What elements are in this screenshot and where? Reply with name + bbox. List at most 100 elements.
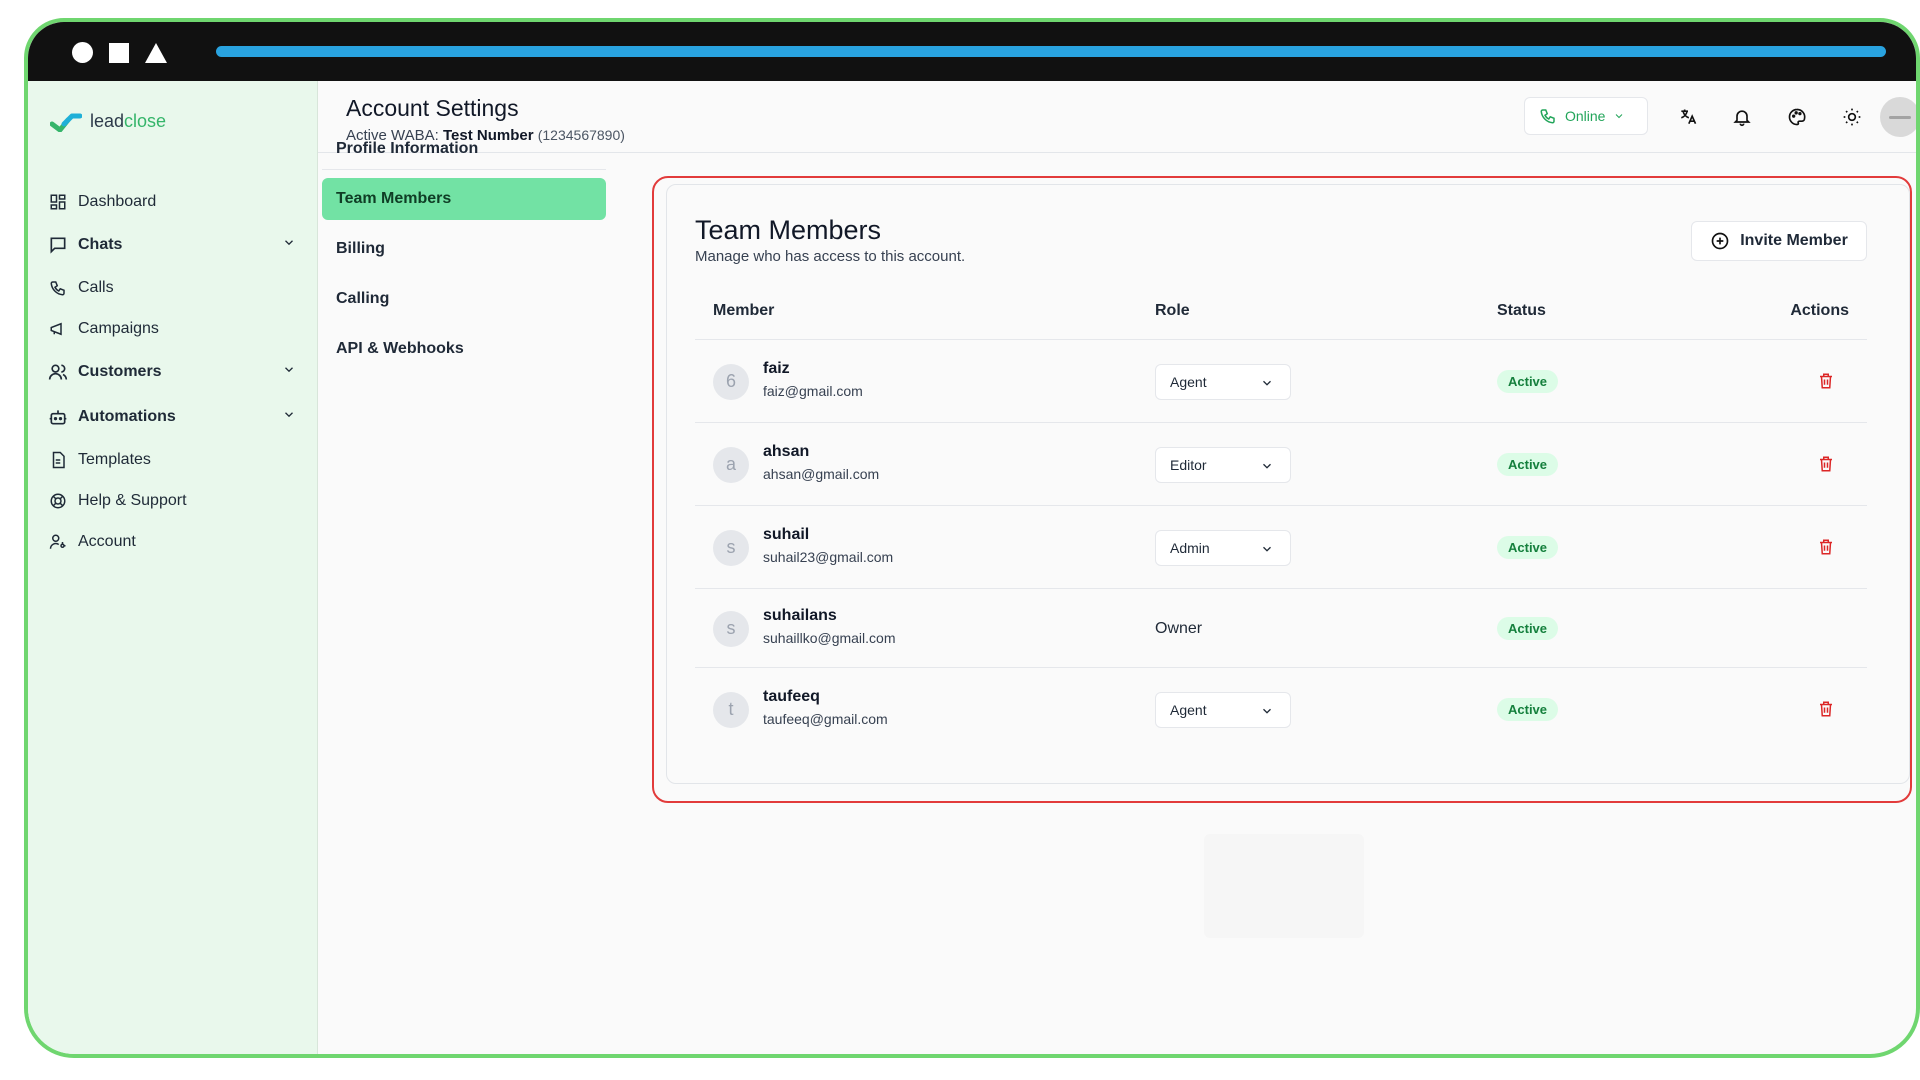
settings-tab-team-members[interactable]: Team Members <box>322 178 606 220</box>
chevron-down-icon <box>1260 376 1274 393</box>
role-select[interactable]: Agent <box>1155 363 1291 400</box>
chat-icon <box>48 235 68 255</box>
sidebar-item-campaigns[interactable]: Campaigns <box>42 308 304 349</box>
member-name: ahsan <box>763 442 810 460</box>
delete-member-button[interactable] <box>1817 372 1837 392</box>
role-select-value: Agent <box>1170 701 1207 718</box>
member-email: faiz@gmail.com <box>763 382 863 399</box>
member-name: taufeeq <box>763 687 820 705</box>
users-icon <box>48 362 68 382</box>
chevron-down-icon <box>1616 114 1623 119</box>
app-logo[interactable]: leadclose <box>50 111 166 132</box>
member-email: taufeeq@gmail.com <box>763 710 888 727</box>
status-badge: Active <box>1497 452 1559 476</box>
square-icon <box>109 42 129 63</box>
sidebar-item-label: Templates <box>78 450 151 468</box>
table-row: s suhail suhail23@gmail.com Admin Active <box>695 506 1867 589</box>
role-select-value: Editor <box>1170 456 1207 473</box>
member-avatar: a <box>713 446 749 483</box>
bell-icon[interactable] <box>1730 105 1754 129</box>
column-status: Status <box>1497 302 1546 319</box>
table-row: a ahsan ahsan@gmail.com Editor Active <box>695 423 1867 506</box>
delete-member-button[interactable] <box>1817 538 1837 558</box>
translate-icon[interactable] <box>1676 105 1700 129</box>
role-select-value: Admin <box>1170 539 1210 556</box>
table-row: 6 faiz faiz@gmail.com Agent Active <box>695 340 1867 423</box>
bot-icon <box>48 407 68 427</box>
team-members-subtitle: Manage who has access to this account. <box>695 248 966 265</box>
invite-member-label: Invite Member <box>1740 232 1848 249</box>
page-title: Account Settings <box>346 95 519 121</box>
phone-icon <box>1540 109 1555 124</box>
member-avatar: 6 <box>713 363 749 400</box>
chevron-down-icon <box>1260 704 1274 721</box>
sidebar-item-label: Customers <box>78 362 162 380</box>
chevron-down-icon <box>1260 459 1274 476</box>
logo-text-lead: lead <box>90 111 125 131</box>
role-select[interactable]: Agent <box>1155 691 1291 728</box>
role-select-value: Agent <box>1170 373 1207 390</box>
sidebar-item-label: Calls <box>78 278 114 296</box>
sidebar-item-automations[interactable]: Automations <box>42 394 304 439</box>
sidebar-item-label: Help & Support <box>78 491 187 509</box>
delete-member-button[interactable] <box>1817 700 1837 720</box>
sidebar-item-dashboard[interactable]: Dashboard <box>42 181 304 222</box>
sidebar-item-chats[interactable]: Chats <box>42 222 304 267</box>
sidebar-item-label: Campaigns <box>78 319 159 337</box>
trash-icon <box>1817 456 1835 477</box>
triangle-icon <box>145 42 167 63</box>
role-select[interactable]: Admin <box>1155 529 1291 566</box>
user-avatar[interactable] <box>1880 97 1916 137</box>
sidebar-item-label: Account <box>78 532 136 550</box>
settings-tab-billing[interactable]: Billing <box>322 228 606 270</box>
chevron-down-icon <box>1260 542 1274 559</box>
member-name: faiz <box>763 359 790 377</box>
trash-icon <box>1817 701 1835 722</box>
member-email: suhaillko@gmail.com <box>763 629 896 646</box>
logo-text-close: close <box>124 111 167 131</box>
chevron-down-icon <box>282 362 296 381</box>
sidebar-item-label: Chats <box>78 235 123 253</box>
settings-tab-calling[interactable]: Calling <box>322 278 606 320</box>
palette-icon[interactable] <box>1785 105 1809 129</box>
member-avatar: t <box>713 691 749 728</box>
sidebar-item-customers[interactable]: Customers <box>42 349 304 394</box>
member-email: ahsan@gmail.com <box>763 465 880 482</box>
table-row: t taufeeq taufeeq@gmail.com Agent Active <box>695 668 1867 751</box>
status-badge: Active <box>1497 535 1559 559</box>
address-bar <box>216 46 1886 57</box>
sidebar: leadclose Dashboard Chats Calls Campaigns Cu… <box>28 81 318 1054</box>
column-actions: Actions <box>1790 302 1849 319</box>
delete-member-button[interactable] <box>1817 455 1837 475</box>
role-text: Owner <box>1155 619 1203 637</box>
sidebar-item-account[interactable]: Account <box>42 521 304 562</box>
online-status-dropdown[interactable]: Online <box>1524 97 1648 135</box>
sidebar-item-help-support[interactable]: Help & Support <box>42 480 304 521</box>
chevron-down-icon <box>282 235 296 254</box>
trash-icon <box>1817 539 1835 560</box>
member-name: suhail <box>763 525 810 543</box>
user-key-icon <box>48 532 68 552</box>
sidebar-item-calls[interactable]: Calls <box>42 267 304 308</box>
invite-member-button[interactable]: Invite Member <box>1691 221 1867 261</box>
document-icon <box>48 450 68 470</box>
sidebar-nav: Dashboard Chats Calls Campaigns Customers Aut… <box>42 181 304 562</box>
settings-tab-profile-information[interactable]: Profile Information <box>322 128 606 170</box>
table-header: Member Role Status Actions <box>695 280 1867 340</box>
sidebar-item-label: Automations <box>78 407 176 425</box>
settings-nav: Profile Information Team Members Billing Ca… <box>322 128 606 378</box>
column-member: Member <box>713 302 775 319</box>
circle-icon <box>72 42 93 63</box>
phone-icon <box>48 278 68 298</box>
team-members-title: Team Members <box>695 215 882 245</box>
chevron-down-icon <box>282 407 296 426</box>
settings-tab-api-webhooks[interactable]: API & Webhooks <box>322 328 606 370</box>
window-shapes <box>72 42 167 63</box>
plus-circle-icon <box>1711 232 1729 250</box>
sidebar-item-label: Dashboard <box>78 192 157 210</box>
status-badge: Active <box>1497 369 1559 393</box>
sidebar-item-templates[interactable]: Templates <box>42 439 304 480</box>
role-select[interactable]: Editor <box>1155 446 1291 483</box>
sun-icon[interactable] <box>1840 105 1864 129</box>
window-titlebar <box>28 22 1916 81</box>
